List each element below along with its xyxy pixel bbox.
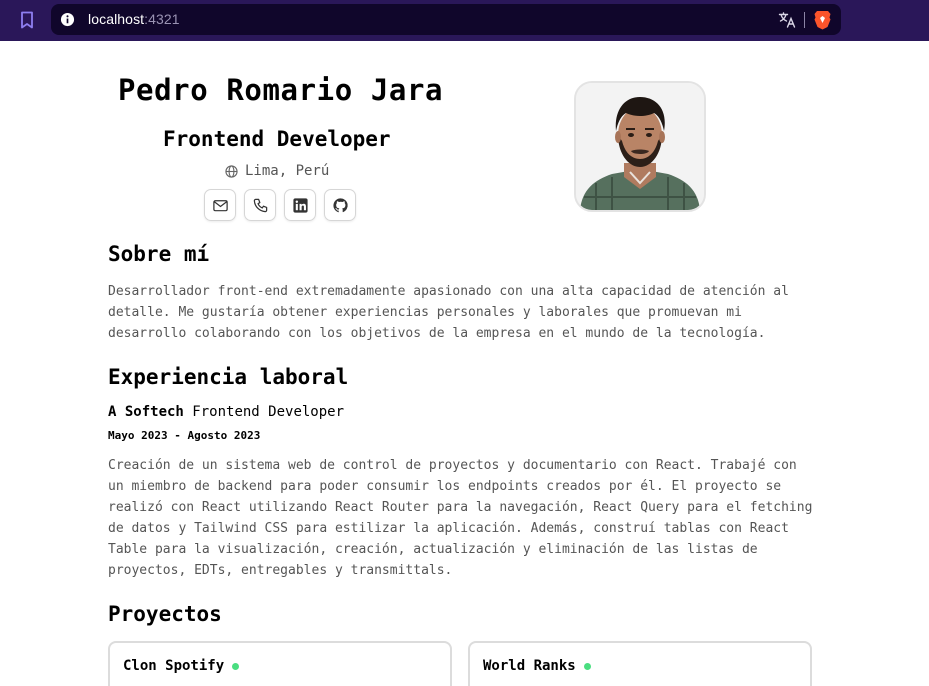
toolbar-divider xyxy=(804,12,805,28)
brave-icon[interactable] xyxy=(814,10,831,30)
info-icon[interactable] xyxy=(60,12,75,27)
about-text: Desarrollador front-end extremadamente a… xyxy=(108,284,789,341)
url-text[interactable]: localhost:4321 xyxy=(88,11,180,27)
profile-name: Pedro Romario Jara xyxy=(118,73,444,107)
mail-icon xyxy=(212,199,228,211)
projects-heading: Proyectos xyxy=(108,602,222,626)
github-button[interactable] xyxy=(324,189,356,221)
translate-icon[interactable] xyxy=(778,11,796,29)
contact-links xyxy=(204,189,356,221)
location-text: Lima, Perú xyxy=(245,163,330,179)
avatar-illustration xyxy=(576,83,704,210)
status-dot xyxy=(583,662,591,670)
status-dot xyxy=(232,662,240,670)
job-dates: Mayo 2023 - Agosto 2023 xyxy=(108,429,261,442)
job-title: A Softech Frontend Developer xyxy=(108,404,344,420)
project-name: Clon Spotify xyxy=(123,658,225,674)
linkedin-icon xyxy=(292,197,308,213)
linkedin-button[interactable] xyxy=(284,189,316,221)
bookmark-icon[interactable] xyxy=(20,11,34,29)
project-name: World Ranks xyxy=(483,658,576,674)
profile-role: Frontend Developer xyxy=(163,127,391,151)
profile-photo xyxy=(574,81,706,212)
github-icon xyxy=(332,197,348,212)
project-card[interactable]: Clon Spotify xyxy=(108,641,452,686)
job-description: Creación de un sistema web de control de… xyxy=(108,458,813,578)
email-button[interactable] xyxy=(204,189,236,221)
location: Lima, Perú xyxy=(225,163,329,179)
experience-heading: Experiencia laboral xyxy=(108,365,349,389)
about-heading: Sobre mí xyxy=(108,242,210,266)
browser-toolbar: localhost:4321 xyxy=(0,0,929,41)
project-title: World Ranks xyxy=(483,658,591,674)
phone-icon xyxy=(253,198,267,212)
project-title: Clon Spotify xyxy=(123,658,240,674)
job-position: Frontend Developer xyxy=(192,404,345,420)
project-card[interactable]: World Ranks xyxy=(468,641,812,686)
globe-icon xyxy=(225,164,238,178)
company-name: A Softech xyxy=(108,404,184,420)
phone-button[interactable] xyxy=(244,189,276,221)
